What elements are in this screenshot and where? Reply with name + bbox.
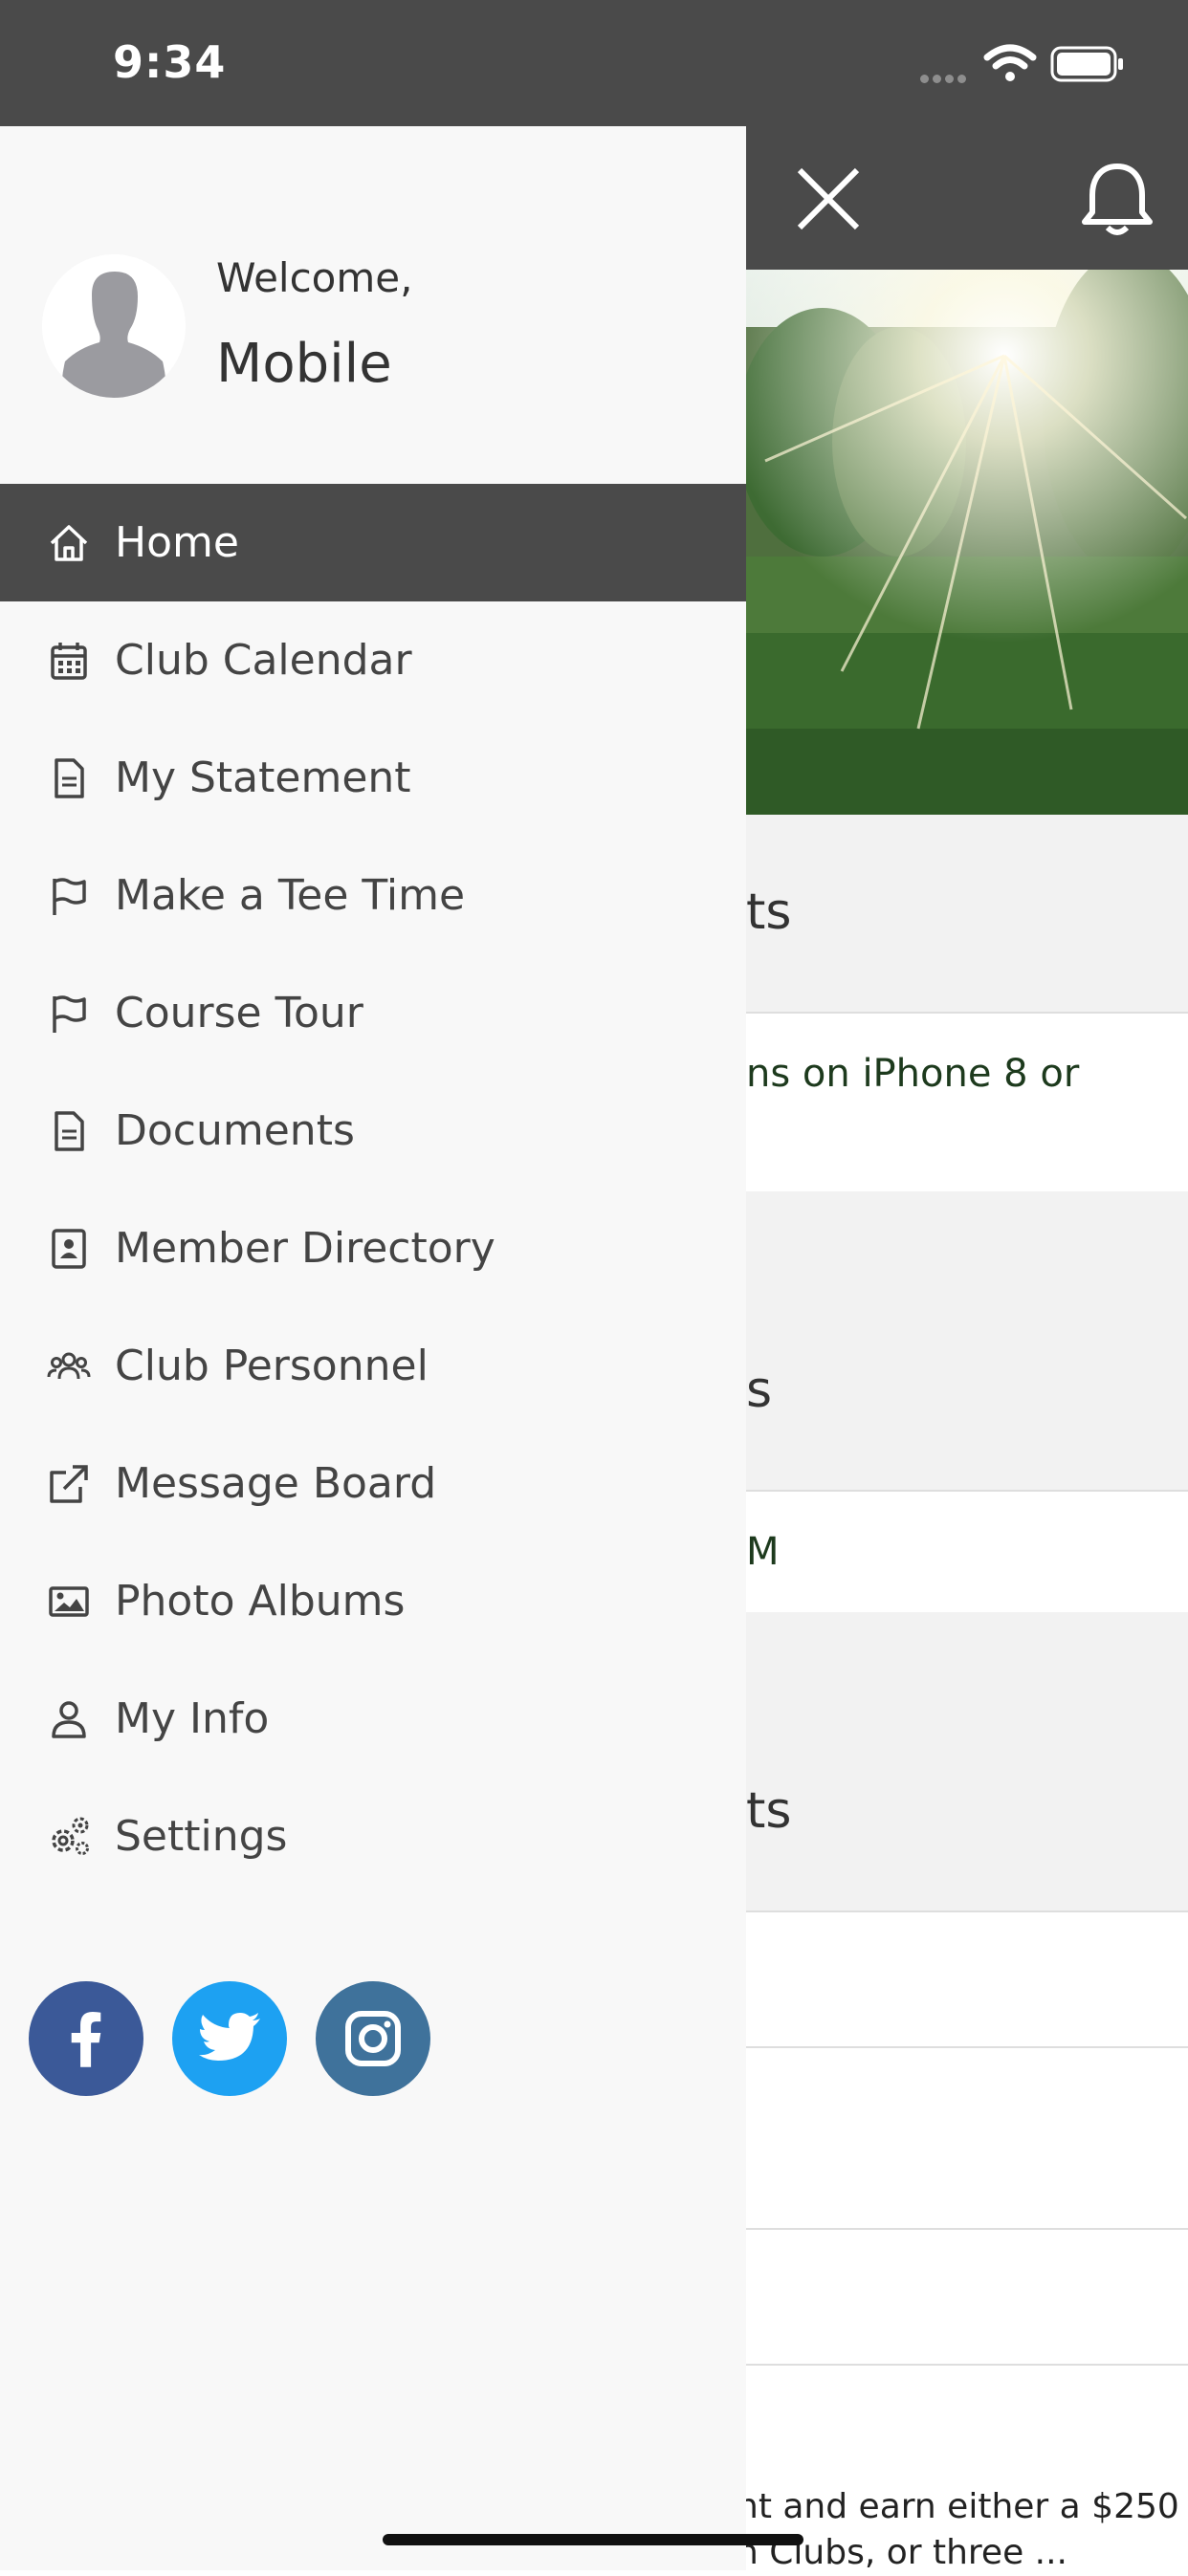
menu-item-label: Documents [115,1106,355,1155]
menu-item-label: Club Calendar [115,636,412,685]
drawer-menu: Home Club Calendar My Statement Make a T… [0,484,746,1895]
status-bar: 9:34 [0,0,1188,126]
flag-icon [44,871,94,921]
avatar[interactable] [42,254,186,398]
menu-item-label: Member Directory [115,1224,495,1273]
gears-icon [44,1812,94,1862]
external-link-icon [44,1459,94,1509]
wifi-icon [983,42,1037,84]
menu-item-club-calendar[interactable]: Club Calendar [0,601,746,719]
welcome-label: Welcome, [216,254,413,301]
menu-item-settings[interactable]: Settings [0,1778,746,1895]
menu-item-label: Course Tour [115,989,363,1037]
menu-item-message-board[interactable]: Message Board [0,1425,746,1542]
contact-book-icon [44,1224,94,1274]
instagram-icon[interactable] [316,1981,430,2096]
calendar-icon [44,636,94,686]
menu-item-club-personnel[interactable]: Club Personnel [0,1307,746,1425]
menu-item-label: Message Board [115,1459,437,1508]
menu-item-label: Home [115,518,239,567]
user-icon [44,1694,94,1744]
menu-item-my-info[interactable]: My Info [0,1660,746,1778]
image-icon [44,1577,94,1626]
signal-icon [920,69,972,83]
home-icon [44,518,94,568]
bell-icon[interactable] [1079,159,1155,239]
menu-item-label: Make a Tee Time [115,871,466,920]
document-icon [44,1106,94,1156]
status-time: 9:34 [113,36,227,88]
document-icon [44,753,94,803]
menu-item-my-statement[interactable]: My Statement [0,719,746,837]
side-drawer: Welcome, Mobile Home Club Calendar My St… [0,126,746,2570]
home-indicator[interactable] [383,2534,803,2545]
menu-item-course-tour[interactable]: Course Tour [0,954,746,1072]
battery-icon [1050,46,1125,82]
twitter-icon[interactable] [172,1981,287,2096]
close-icon[interactable] [790,161,867,237]
menu-item-documents[interactable]: Documents [0,1072,746,1190]
menu-item-label: My Info [115,1694,270,1743]
menu-item-label: Club Personnel [115,1342,429,1390]
menu-item-label: Photo Albums [115,1577,406,1626]
users-icon [44,1342,94,1391]
facebook-icon[interactable] [29,1981,143,2096]
menu-item-label: Settings [115,1812,288,1861]
flag-icon [44,989,94,1038]
menu-item-member-directory[interactable]: Member Directory [0,1190,746,1307]
menu-item-tee-time[interactable]: Make a Tee Time [0,837,746,954]
user-name: Mobile [216,333,392,395]
menu-item-photo-albums[interactable]: Photo Albums [0,1542,746,1660]
menu-item-label: My Statement [115,753,411,802]
menu-item-home[interactable]: Home [0,484,746,601]
